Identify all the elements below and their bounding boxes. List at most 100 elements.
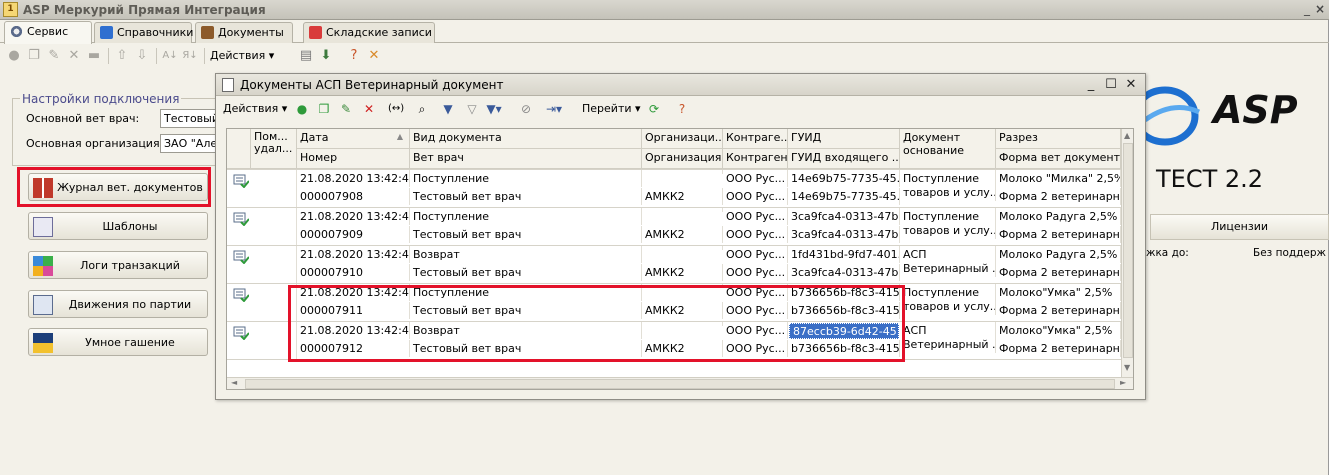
filter-icon[interactable]: ▼ (440, 101, 456, 117)
horizontal-scrollbar[interactable]: ◄ ► (227, 377, 1133, 389)
scroll-up-icon[interactable]: ▲ (1124, 131, 1130, 140)
actions-menu[interactable]: Действия ▾ (210, 49, 274, 62)
base-cell-2: товаров и услу... (900, 222, 996, 239)
rows-highlight-frame (288, 285, 905, 362)
tools-icon[interactable]: ✕ (366, 48, 382, 64)
grid-header-number[interactable]: Номер (297, 149, 410, 169)
scroll-thumb[interactable] (1123, 143, 1133, 358)
sort-asc-icon: ▲ (396, 132, 403, 141)
org2-cell: АМКК2 (642, 188, 723, 205)
form-cell: Форма 2 ветеринарно (996, 302, 1121, 319)
copy-icon[interactable]: ❐ (316, 101, 332, 117)
grid-header-date[interactable]: Дата ▲ (297, 129, 410, 149)
add-icon[interactable]: ● (6, 48, 22, 64)
grid-header-org[interactable]: Организаци... (642, 129, 723, 149)
scroll-down-icon[interactable]: ▼ (1124, 363, 1130, 372)
licenses-button[interactable]: Лицензии (1150, 214, 1329, 240)
help-icon[interactable]: ? (674, 101, 690, 117)
actions-label: Действия (210, 49, 266, 62)
scroll-thumb[interactable] (245, 379, 1115, 389)
close-icon[interactable]: ✕ (1123, 77, 1139, 93)
nav-label: Шаблоны (102, 220, 158, 233)
doc-actions-menu[interactable]: Действия ▾ (223, 102, 287, 115)
refresh-icon[interactable]: ⟳ (646, 101, 662, 117)
delete-icon[interactable]: ✕ (66, 48, 82, 64)
edit-icon[interactable]: ✎ (46, 48, 62, 64)
close-icon[interactable]: × (1311, 2, 1329, 17)
grid-header-kind[interactable]: Вид документа (410, 129, 642, 149)
goto-menu[interactable]: Перейти ▾ (582, 102, 641, 115)
guid-cell: 14e69b75-7735-45... (788, 170, 900, 187)
deleted-cell (251, 170, 297, 207)
transaction-logs-button[interactable]: Логи транзакций (28, 251, 208, 279)
grid-header-guid-in[interactable]: ГУИД входящего ... (788, 149, 900, 169)
minimize-icon[interactable]: _ (1083, 77, 1099, 93)
documents-window-titlebar: Документы АСП Ветеринарный документ _ ☐ … (216, 74, 1145, 96)
sort-desc-icon[interactable]: Я↓ (182, 48, 198, 64)
grid-header-form[interactable]: Форма вет документа (996, 149, 1121, 169)
kind-cell: Возврат (410, 246, 642, 263)
tab-warehouse[interactable]: Складские записи (303, 22, 435, 43)
sort-asc-icon[interactable]: A↓ (162, 48, 178, 64)
contr2-cell: ООО Рус... (723, 226, 788, 243)
org-label: Основная организация: (26, 137, 164, 150)
edit-icon[interactable]: ✎ (338, 101, 354, 117)
separator (156, 48, 157, 64)
grid-header-contr2[interactable]: Контрагент (723, 149, 788, 169)
tab-documents[interactable]: Документы (195, 22, 293, 43)
filter-off-icon[interactable]: ⊘ (518, 101, 534, 117)
grid-header-org2[interactable]: Организация (642, 149, 723, 169)
grid-header-deleted[interactable]: Пом... удал... (251, 129, 297, 169)
maximize-icon[interactable]: ☐ (1103, 77, 1119, 93)
grid-header-vet[interactable]: Вет врач (410, 149, 642, 169)
grid-header-base[interactable]: Документ основание (900, 129, 996, 169)
arrow-up-icon[interactable]: ⇧ (114, 48, 130, 64)
grid-header-guid[interactable]: ГУИД (788, 129, 900, 149)
form-cell: Форма 2 ветеринарно (996, 264, 1121, 281)
export-icon[interactable]: ⬇ (318, 48, 334, 64)
form-cell: Форма 2 ветеринарно (996, 188, 1121, 205)
grid-header-contr[interactable]: Контраге... (723, 129, 788, 149)
asp-logo: ASP (1131, 80, 1329, 150)
save-icon[interactable]: ▬ (86, 48, 102, 64)
deleted-cell (251, 208, 297, 245)
vertical-scrollbar[interactable]: ▲ ▼ (1121, 129, 1133, 377)
copy-icon[interactable]: ❐ (26, 48, 42, 64)
tab-label: Справочники (117, 26, 194, 39)
scroll-left-icon[interactable]: ◄ (231, 378, 237, 387)
scroll-right-icon[interactable]: ► (1120, 378, 1126, 387)
filter-list-icon[interactable]: ▼▾ (486, 101, 502, 117)
smart-cancel-button[interactable]: Умное гашение (28, 328, 208, 356)
help-icon[interactable]: ? (346, 48, 362, 64)
tab-service[interactable]: Сервис (4, 21, 92, 44)
arrow-down-icon[interactable]: ⇩ (134, 48, 150, 64)
documents-toolbar: Действия ▾ ● ❐ ✎ ✕ (↔) ⌕ ▼ ▽ ▼▾ ⊘ ⇥▾ Пер… (216, 97, 1145, 121)
vet-field[interactable]: Тестовый (160, 109, 220, 128)
grid-header-razrez[interactable]: Разрез (996, 129, 1121, 149)
title-bar: 1 ASP Меркурий Прямая Интеграция _ × (0, 0, 1329, 20)
doc-actions-label: Действия (223, 102, 279, 115)
app-icon: 1 (3, 2, 18, 17)
date-cell: 21.08.2020 13:42:45 (297, 208, 410, 225)
document-posted-icon (233, 174, 249, 188)
filter-clear-icon[interactable]: ▽ (464, 101, 480, 117)
batch-movements-button[interactable]: Движения по партии (28, 290, 208, 318)
structure-icon[interactable]: ⇥▾ (546, 101, 562, 117)
find-icon[interactable]: ⌕ (414, 101, 430, 117)
add-icon[interactable]: ● (294, 101, 310, 117)
razrez-cell: Молоко"Умка" 2,5% (996, 322, 1121, 339)
org-cell (642, 208, 723, 212)
delete-mark-icon[interactable]: ✕ (361, 101, 377, 117)
graduation-cap-icon (33, 333, 53, 353)
interval-icon[interactable]: (↔) (388, 101, 404, 117)
org-field[interactable]: ЗАО "Алек (160, 134, 220, 153)
print-icon[interactable]: ▤ (298, 48, 314, 64)
razrez-cell: Молоко Радуга 2,5% Ма (996, 208, 1121, 225)
tab-directories[interactable]: Справочники (94, 22, 194, 43)
base-cell-2: товаров и услу... (900, 184, 996, 201)
templates-button[interactable]: Шаблоны (28, 212, 208, 240)
document-icon (222, 78, 234, 92)
separator (108, 48, 109, 64)
main-toolbar: ● ❐ ✎ ✕ ▬ ⇧ ⇩ A↓ Я↓ Действия ▾ ▤ ⬇ ? ✕ (0, 44, 1329, 68)
document-posted-icon (233, 250, 249, 264)
